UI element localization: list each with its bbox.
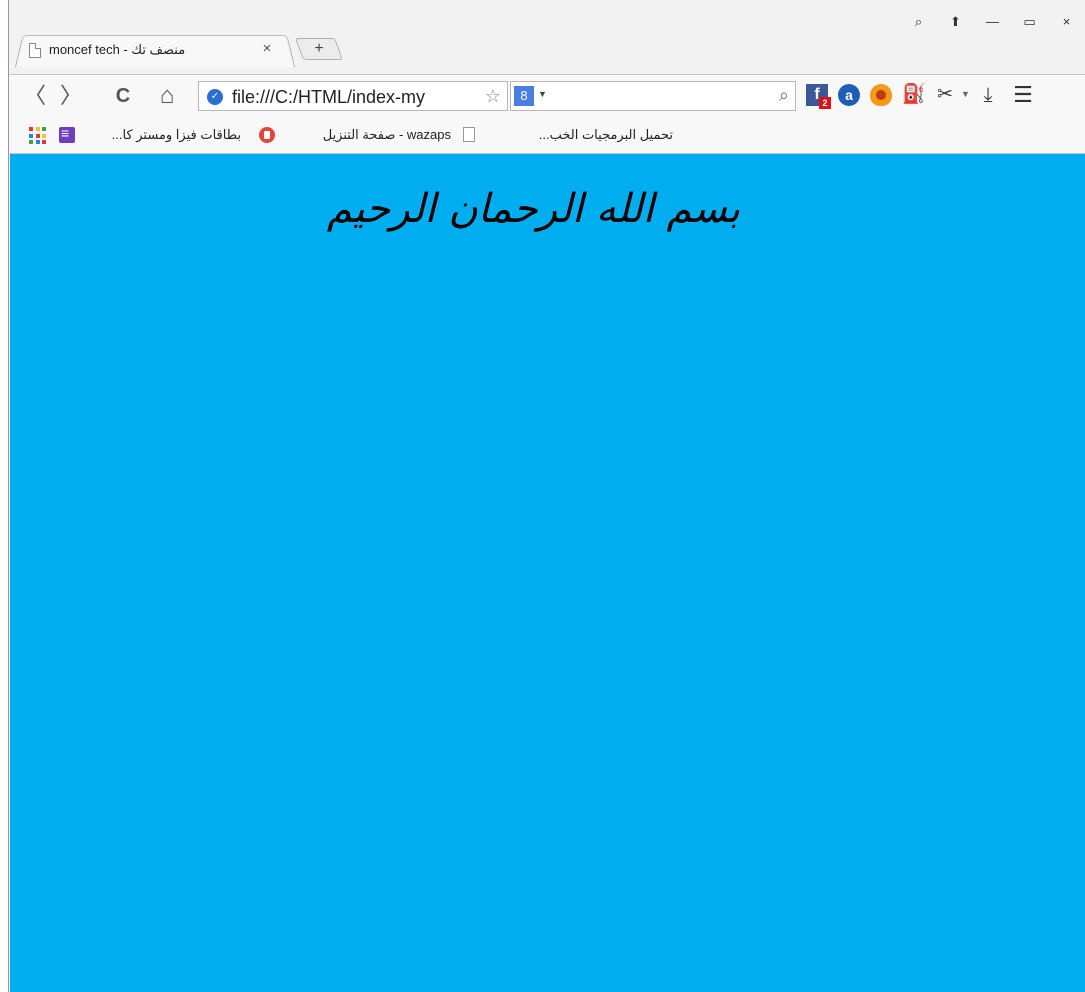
chevron-down-icon[interactable]: ▼ [961,89,970,99]
home-button[interactable]: ⌂ [153,82,181,110]
chevron-down-icon[interactable]: ▼ [538,89,547,99]
scissors-icon[interactable]: ✂ [934,84,956,106]
secure-check-icon: ✓ [207,89,223,105]
download-manager-icon[interactable]: ⛽ [902,84,926,106]
bookmark-item-software[interactable]: تحميل البرمجيات الخب... [483,127,673,145]
tab-active[interactable]: moncef tech - منصف تك × [15,33,295,67]
url-text: file:///C:/HTML/index-my [232,87,426,107]
bookmark-list-icon [59,125,75,143]
search-box[interactable]: 8 ▼ ⌕ [510,81,796,111]
toolbar: 〈 〉 C ⌂ ✓ file:///C:/HTML/index-my ☆ 8 ▼… [9,74,1085,118]
bookmarks-bar: بطاقات فيزا ومستر كا... wazaps - صفحة ال… [9,118,1085,154]
bookmark-item-visa[interactable]: بطاقات فيزا ومستر كا... [81,127,241,145]
feedback-icon[interactable]: ⌕ [900,12,937,32]
apps-icon[interactable] [29,127,47,145]
bookmark-item-wazaps[interactable]: wazaps - صفحة التنزيل [281,127,451,145]
search-engine-icon[interactable]: 8 [514,86,534,106]
fire-icon[interactable] [870,84,892,106]
bookmark-red-icon [259,127,275,143]
plus-icon: + [314,40,324,57]
address-bar[interactable]: ✓ file:///C:/HTML/index-my ☆ [198,81,508,111]
facebook-icon[interactable]: f 2 [806,84,831,109]
bookmark-star-icon[interactable]: ☆ [485,86,501,107]
tab-close-icon[interactable]: × [259,41,275,57]
page-icon [29,43,41,58]
menu-icon[interactable]: ☰ [1012,84,1034,106]
page-icon [463,127,475,142]
page-heading: بسم الله الرحمان الرحيم [326,186,740,232]
pin-icon[interactable]: ⬆ [937,12,974,32]
search-icon[interactable]: ⌕ [779,85,789,106]
window-controls: ⌕ ⬆ — ▭ × [900,12,1085,32]
a-icon[interactable]: a [838,84,860,106]
minimize-button[interactable]: — [974,12,1011,32]
close-window-button[interactable]: × [1048,12,1085,32]
page-viewport: بسم الله الرحمان الرحيم [10,154,1085,992]
notification-badge: 2 [819,97,831,109]
new-tab-button[interactable]: + [294,38,344,60]
download-icon[interactable]: ⤓ [977,84,999,106]
forward-button[interactable]: 〉 [57,82,85,110]
browser-window: ⌕ ⬆ — ▭ × moncef tech - منصف تك × + 〈 〉 … [8,0,1085,992]
tab-title: moncef tech - منصف تك [49,42,186,57]
back-button[interactable]: 〈 [21,82,49,110]
reload-button[interactable]: C [109,82,137,110]
maximize-button[interactable]: ▭ [1011,12,1048,32]
